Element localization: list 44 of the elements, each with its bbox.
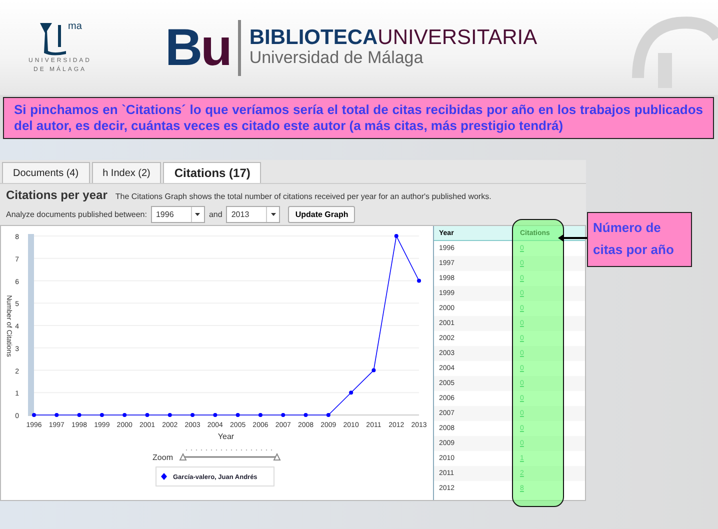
data-point <box>258 413 262 417</box>
tab[interactable]: Documents (4) <box>2 162 90 183</box>
section-title: Citations per year <box>6 188 108 202</box>
filter-joiner: and <box>208 210 222 219</box>
data-point <box>168 413 172 417</box>
data-point <box>213 413 218 417</box>
section-description: The Citations Graph shows the total number of citations received per year for an author's published works. <box>115 192 492 201</box>
data-point <box>349 390 354 395</box>
data-point <box>32 413 36 417</box>
logo-mark-text: ma <box>68 20 82 32</box>
arrow-icon <box>558 234 588 242</box>
data-point <box>417 278 421 283</box>
update-graph-button[interactable]: Update Graph <box>288 206 356 223</box>
data-point <box>145 413 150 417</box>
data-point <box>281 413 286 417</box>
university-logo-icon <box>38 20 68 56</box>
library-initial: u <box>200 18 230 76</box>
data-point <box>122 413 127 417</box>
data-point <box>77 413 82 417</box>
zoom-slider[interactable] <box>179 450 281 460</box>
data-point <box>190 413 195 417</box>
data-point <box>100 413 104 417</box>
caret-icon <box>195 213 200 216</box>
zoom-label: Zoom <box>152 453 173 462</box>
tab[interactable]: h Index (2) <box>92 162 162 183</box>
data-point <box>394 234 398 238</box>
to-year-dropdown[interactable]: 2013 <box>226 206 280 223</box>
caret-icon <box>270 213 276 216</box>
x-axis-title: Year <box>218 432 234 441</box>
callout-note: Número de citas por año <box>587 212 692 267</box>
library-initial: B <box>165 18 201 76</box>
scrollbar[interactable] <box>28 234 34 416</box>
data-point <box>54 413 59 417</box>
data-point <box>236 413 240 417</box>
from-year-dropdown[interactable]: 1996 <box>150 206 205 223</box>
data-point <box>326 413 330 417</box>
library-title: BIBLIOTECA <box>249 27 378 48</box>
filter-label: Analyze documents published between: <box>6 210 147 219</box>
data-point <box>304 413 308 417</box>
tab[interactable]: Citations (17) <box>163 162 262 183</box>
library-title: UNIVERSITARIA <box>378 27 538 48</box>
explanation-note: Si pinchamos en `Citations´ lo que veríamos sería el total de citas recibidas por año en los trabajos publicados del autor, es decir, cuántas veces es citado este autor (a más citas, más prestigio tendrá) <box>3 97 714 139</box>
data-point <box>372 368 376 372</box>
library-subtitle: Universidad de Málaga <box>249 48 424 68</box>
